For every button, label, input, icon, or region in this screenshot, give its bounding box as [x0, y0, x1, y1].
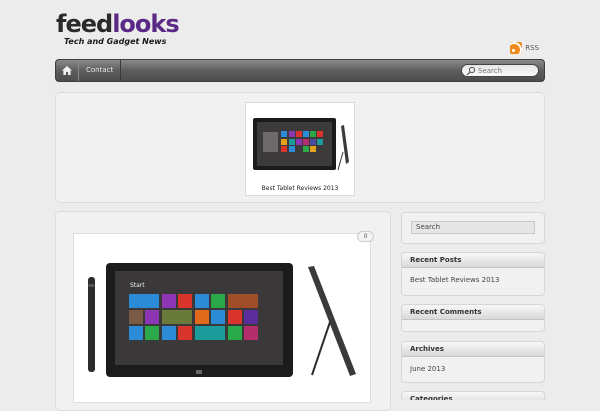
archives-widget: Archives June 2013 [401, 341, 545, 383]
logo-text-feed: feed [56, 10, 113, 38]
home-button[interactable] [56, 60, 79, 81]
content-area: Start 0 [55, 211, 391, 411]
nav-contact-link[interactable]: Contact [78, 60, 122, 81]
featured-post-card[interactable]: Best Tablet Reviews 2013 [245, 102, 355, 196]
tablet-start-label: Start [130, 282, 145, 289]
post-featured-image[interactable]: Start [73, 233, 371, 403]
recent-post-link[interactable]: Best Tablet Reviews 2013 [402, 268, 544, 292]
site-logo[interactable]: feedlooks Tech and Gadget News [56, 10, 180, 46]
home-icon [62, 66, 72, 75]
featured-panel: Best Tablet Reviews 2013 [55, 92, 545, 203]
archive-link[interactable]: June 2013 [402, 357, 544, 381]
recent-posts-widget: Recent Posts Best Tablet Reviews 2013 [401, 252, 545, 296]
tablet-side-image [308, 266, 356, 376]
main-navigation: Contact [55, 59, 545, 82]
search-icon [466, 66, 476, 75]
nav-search-box[interactable] [461, 64, 539, 77]
nav-search-input[interactable] [478, 66, 534, 75]
rss-label: RSS [525, 44, 539, 52]
recent-comments-heading: Recent Comments [402, 305, 544, 320]
rss-icon [510, 42, 523, 54]
stylus-pen-image [88, 277, 95, 372]
logo-text-looks: looks [112, 10, 179, 38]
featured-tablet-thumbnail[interactable] [251, 112, 351, 174]
recent-comments-widget: Recent Comments [401, 304, 545, 332]
sidebar-search-widget: Search [401, 212, 545, 244]
site-tagline: Tech and Gadget News [64, 37, 167, 46]
featured-post-title[interactable]: Best Tablet Reviews 2013 [246, 185, 354, 192]
categories-heading: Categories [402, 392, 544, 400]
recent-posts-heading: Recent Posts [402, 253, 544, 268]
comment-count-badge[interactable]: 0 [357, 231, 374, 242]
sidebar-search-input[interactable]: Search [411, 221, 535, 234]
categories-widget: Categories [401, 391, 545, 400]
archives-heading: Archives [402, 342, 544, 357]
rss-link[interactable]: RSS [510, 42, 539, 54]
